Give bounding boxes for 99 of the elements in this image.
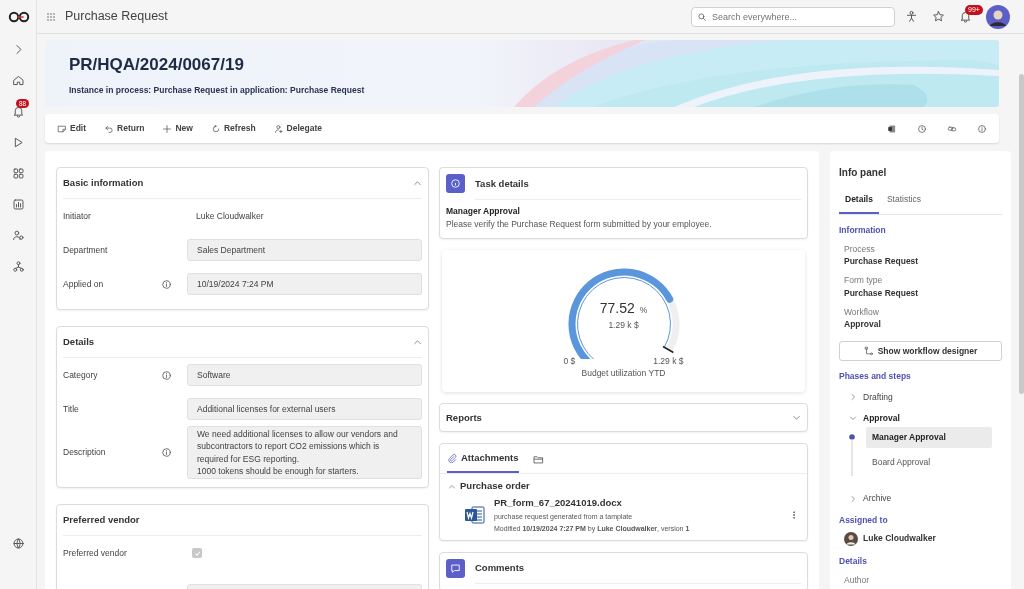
info-label: Form type	[844, 274, 884, 287]
hierarchy-icon[interactable]	[12, 260, 25, 273]
info-icon[interactable]	[161, 278, 172, 290]
phase-item[interactable]: Approval	[849, 411, 900, 425]
search-field[interactable]: Search everywhere...	[691, 6, 895, 27]
workflow-button[interactable]: Show workflow designer	[839, 341, 1002, 361]
delegate-button[interactable]: Delegate	[273, 122, 323, 135]
field-label: Initiator	[63, 209, 92, 223]
field-label: Preferred vendor	[63, 546, 128, 560]
document-icon[interactable]	[887, 123, 897, 134]
phase-item[interactable]: Drafting	[849, 390, 893, 404]
refresh-button[interactable]: Refresh	[210, 122, 256, 135]
undo-icon	[104, 123, 115, 134]
reports-panel[interactable]: Reports	[439, 403, 808, 433]
record-title: PR/HQA/2024/0067/19	[69, 54, 245, 76]
gauge-max-label: 1.29 k $	[653, 354, 684, 368]
info-label: Author	[844, 573, 871, 587]
file-name[interactable]: PR_form_67_20241019.docx	[494, 495, 781, 510]
info-label: Workflow	[844, 305, 880, 319]
flow-icon	[863, 346, 874, 356]
comment-icon	[446, 558, 465, 578]
field-label: Applied on	[63, 277, 105, 291]
plus-icon	[162, 123, 173, 134]
info-value: Approval	[844, 318, 882, 331]
tab[interactable]: Attachments	[447, 451, 519, 474]
field-label: Category	[63, 368, 99, 382]
field-label: Title	[63, 402, 80, 416]
field-label: Description	[63, 446, 107, 459]
info-icon	[446, 174, 465, 193]
task-step: Manager Approval	[446, 205, 801, 218]
gauge-unit: %	[639, 304, 648, 315]
page-title: Purchase Request	[65, 8, 168, 26]
card-title: Comments	[475, 552, 801, 585]
checkbox[interactable]	[192, 548, 202, 559]
input-field[interactable]: Sales Department	[187, 238, 422, 262]
logo-icon[interactable]	[7, 11, 30, 23]
text-area[interactable]: We need additional licenses to allow our vendors and subcontractors to report CO2 emissions which is required for ESG reporting. 1000 tokens should be enough for starters.	[187, 426, 422, 480]
return-button[interactable]: Return	[104, 122, 145, 135]
collapse-icon	[448, 482, 456, 491]
section-heading: Details	[839, 554, 868, 568]
expand-icon	[849, 494, 857, 503]
paperclip-icon	[447, 453, 457, 464]
expand-icon	[849, 393, 857, 402]
bell-icon[interactable]	[12, 105, 25, 118]
link-icon[interactable]	[947, 123, 957, 134]
panel-title: Info panel	[839, 166, 888, 180]
people-icon[interactable]	[12, 229, 25, 242]
info-value: Purchase Request	[844, 255, 920, 268]
word-document-icon	[464, 504, 486, 527]
group-toggle[interactable]: Purchase order	[440, 474, 530, 496]
edit-icon	[57, 123, 67, 134]
section-heading: Phases and steps	[839, 370, 912, 383]
globe-icon[interactable]	[12, 537, 25, 550]
input-field[interactable]: Additional licenses for external users	[187, 397, 422, 421]
info-icon[interactable]	[161, 369, 172, 381]
tab[interactable]: Details	[839, 189, 879, 214]
gauge-caption: Budget utilization YTD	[581, 367, 666, 380]
gauge-amount: 1.29 k $	[607, 318, 640, 332]
play-icon[interactable]	[12, 136, 25, 149]
input-field[interactable]: Software	[187, 363, 422, 387]
gauge-min-label: 0 $	[563, 354, 576, 368]
section-heading: Information	[839, 223, 887, 237]
refresh-icon	[210, 123, 221, 134]
info-icon[interactable]	[977, 123, 987, 134]
section-title: Basic information	[63, 175, 144, 190]
favorites-icon[interactable]	[932, 10, 945, 23]
info-value: Purchase Request	[844, 286, 920, 300]
edit-button[interactable]: Edit	[57, 122, 87, 135]
bell-icon[interactable]	[959, 10, 972, 23]
section-title: Details	[63, 334, 95, 349]
section-heading: Assigned to	[839, 514, 889, 527]
history-icon[interactable]	[917, 123, 927, 134]
person-add-icon	[273, 123, 284, 134]
accessibility-icon[interactable]	[905, 10, 918, 23]
tab[interactable]: Statistics	[880, 189, 927, 214]
field-value: Luke Cloudwalker	[195, 209, 265, 223]
phase-item[interactable]: Archive	[849, 492, 892, 505]
collapse-icon	[849, 413, 857, 422]
avatar	[844, 531, 858, 546]
folder-icon	[532, 454, 544, 466]
subtitle: Instance in process: Purchase Request in application: Purchase Request	[69, 83, 366, 97]
task-message: Please verify the Purchase Request form submitted by your employee.	[446, 217, 713, 231]
section-title: Preferred vendor	[63, 513, 140, 528]
assignee-name: Luke Cloudwalker	[863, 532, 936, 546]
home-icon[interactable]	[12, 74, 25, 87]
gauge-value: 77.52	[599, 299, 635, 316]
apps-icon[interactable]	[12, 167, 25, 180]
field-label: Department	[63, 243, 109, 257]
chart-icon[interactable]	[12, 198, 25, 211]
card-title: Task details	[475, 167, 801, 200]
info-label: Process	[844, 242, 876, 256]
search-icon	[697, 11, 707, 22]
new-button[interactable]: New	[162, 122, 193, 135]
avatar[interactable]	[986, 4, 1010, 29]
step-item[interactable]: Manager Approval	[866, 427, 992, 449]
info-icon[interactable]	[161, 447, 172, 459]
input-field[interactable]: 10/19/2024 7:24 PM	[187, 272, 422, 296]
section-title: Reports	[446, 410, 482, 425]
step-item[interactable]: Board Approval	[866, 452, 992, 474]
